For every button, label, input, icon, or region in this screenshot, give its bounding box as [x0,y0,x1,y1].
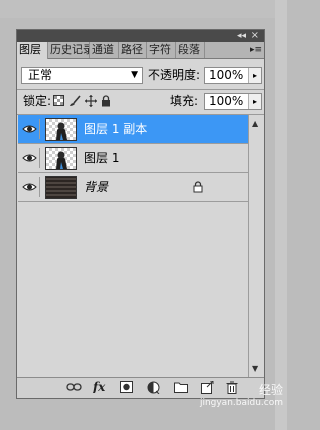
layer-name[interactable]: 背景 [84,173,108,202]
panel-menu-icon[interactable]: ▸≡ [250,42,262,58]
lock-label: 锁定: [23,94,52,108]
layer-row[interactable]: 图层 1 副本 [18,115,248,144]
lock-transparency-icon[interactable] [53,95,64,109]
watermark-title: 经验 [258,383,283,397]
opacity-value: 100% [209,68,244,82]
layer-name[interactable]: 图层 1 [84,144,119,173]
tab-channels[interactable]: 通道 [90,42,119,58]
layers-panel: ◂◂ × 图层 历史记录 通道 路径 字符 段落 ▸≡ 正常 ▼ 不透明度: 1… [16,29,265,399]
layer-row[interactable]: 图层 1 [18,144,248,173]
layer-thumbnail[interactable] [45,176,77,199]
eye-icon[interactable] [20,119,40,139]
eye-icon[interactable] [20,177,40,197]
panel-titlebar[interactable]: ◂◂ × [17,30,264,42]
tab-paragraph[interactable]: 段落 [176,42,205,58]
scroll-down-icon[interactable]: ▼ [252,364,258,373]
tab-paths[interactable]: 路径 [119,42,147,58]
eye-icon[interactable] [20,148,40,168]
adjustment-layer-icon[interactable] [147,381,160,397]
fill-value: 100% [209,94,244,108]
blend-mode-value: 正常 [28,68,53,82]
link-icon[interactable] [66,381,82,396]
divider [17,89,264,90]
collapse-icon[interactable]: ◂◂ [237,30,246,42]
opacity-label: 不透明度: [148,68,201,82]
opacity-field[interactable]: 100% ▸ [204,67,262,84]
tab-history[interactable]: 历史记录 [48,42,90,58]
layer-list: 图层 1 副本 图层 1 背景 [18,115,248,377]
chevron-down-icon: ▼ [131,70,138,80]
layer-thumbnail[interactable] [45,147,77,170]
layer-row[interactable]: 背景 [18,173,248,202]
workspace-edge [275,0,287,430]
fill-label: 填充: [170,94,199,108]
close-icon[interactable]: × [251,30,259,42]
opacity-slider-icon[interactable]: ▸ [248,68,261,83]
lock-icon[interactable] [101,95,111,110]
layer-thumbnail[interactable] [45,118,77,141]
watermark: 经验 jingyan.baidu.com [200,383,283,409]
tab-layers[interactable]: 图层 [17,42,48,59]
svg-text:fx: fx [93,380,106,393]
layer-name[interactable]: 图层 1 副本 [84,115,147,144]
fill-slider-icon[interactable]: ▸ [248,94,261,109]
watermark-url: jingyan.baidu.com [199,398,283,408]
workspace-background [0,0,287,18]
fx-icon[interactable]: fx [92,379,109,396]
blend-mode-select[interactable]: 正常 ▼ [21,67,143,84]
brush-icon[interactable] [69,95,81,110]
fill-field[interactable]: 100% ▸ [204,93,262,110]
tab-character[interactable]: 字符 [147,42,176,58]
layer-scrollbar[interactable]: ▲ ▼ [248,115,263,377]
mask-icon[interactable] [120,381,133,396]
panel-tabs: 图层 历史记录 通道 路径 字符 段落 ▸≡ [17,42,264,59]
move-icon[interactable] [85,95,97,110]
scroll-up-icon[interactable]: ▲ [252,119,258,128]
lock-icon [193,181,203,196]
folder-icon[interactable] [174,381,188,396]
